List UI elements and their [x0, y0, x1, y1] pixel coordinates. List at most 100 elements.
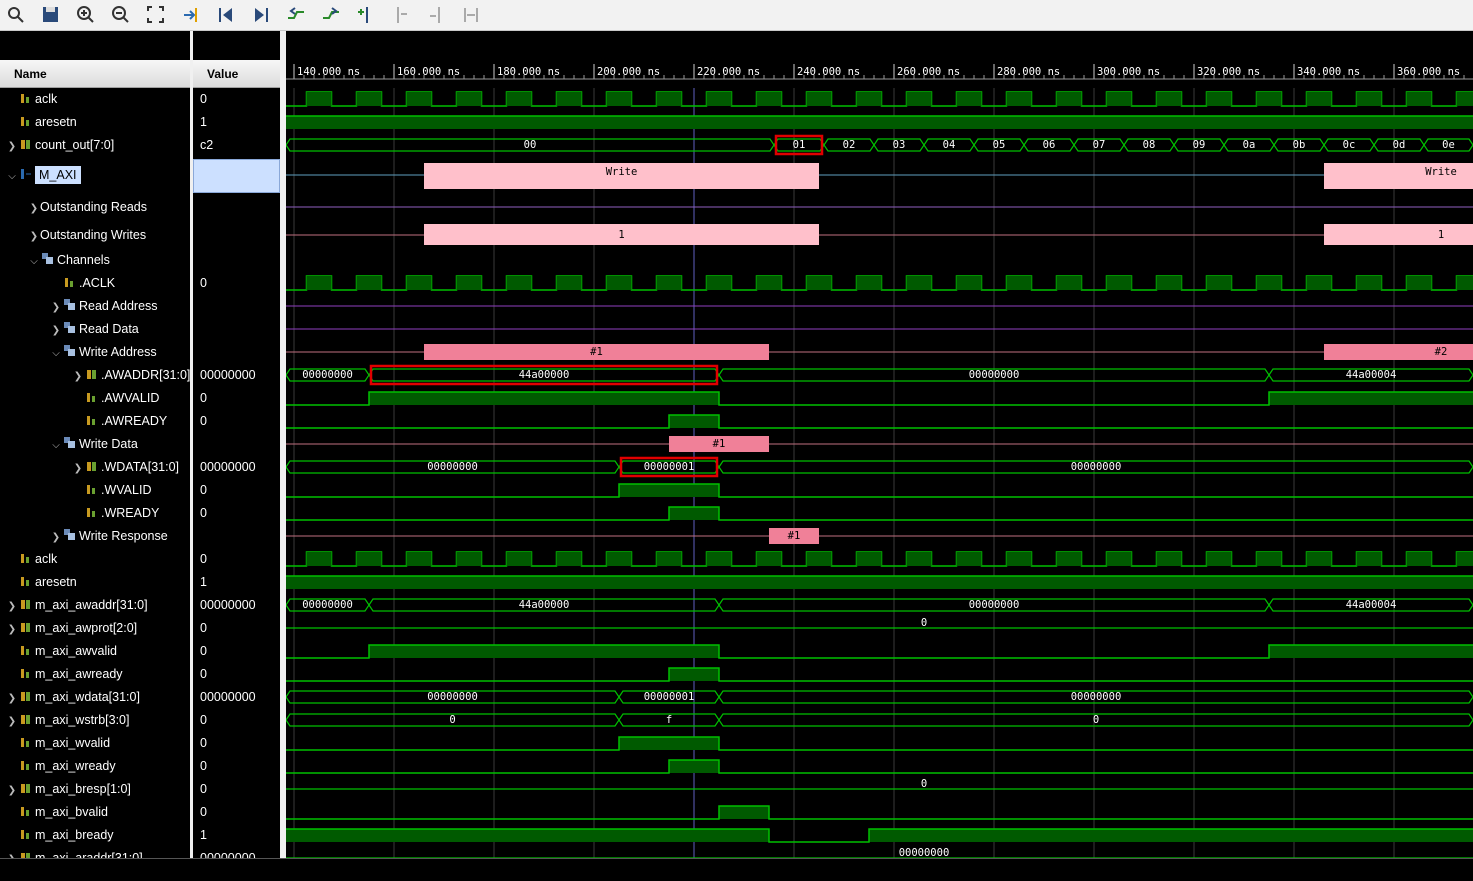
signal-row-awvalid[interactable]: .AWVALID [0, 387, 190, 409]
goto-last-button[interactable] [250, 4, 272, 26]
signal-name: aclk [35, 92, 58, 106]
signal-row-m-axi[interactable]: ⌵ M_AXI [0, 157, 190, 193]
collapse-chevron-icon[interactable]: ⌵ [50, 343, 62, 363]
signal-high-fill [669, 668, 719, 681]
collapse-chevron-icon[interactable]: ⌵ [6, 159, 18, 193]
expand-chevron-icon[interactable]: ❯ [6, 711, 18, 731]
prev-transition-button[interactable] [285, 4, 307, 26]
add-marker-button[interactable] [355, 4, 377, 26]
signal-row-aresetn[interactable]: aresetn [0, 571, 190, 593]
signal-row-m-axi-wvalid[interactable]: m_axi_wvalid [0, 732, 190, 754]
bus-value-label: 0d [1393, 139, 1406, 151]
signal-row-m-axi-bresp-1-0[interactable]: ❯ m_axi_bresp[1:0] [0, 778, 190, 800]
signal-value: 0 [200, 621, 207, 635]
next-transition-button[interactable] [320, 4, 342, 26]
value-column-header[interactable]: Value [193, 60, 280, 88]
bus-value-label: 0c [1343, 139, 1356, 151]
signal-row-aclk[interactable]: aclk [0, 88, 190, 110]
expand-chevron-icon[interactable]: ❯ [6, 780, 18, 800]
collapse-chevron-icon[interactable]: ⌵ [28, 251, 40, 271]
signal-high-fill [619, 484, 719, 497]
signal-row-m-axi-bready[interactable]: m_axi_bready [0, 824, 190, 846]
bus-value-label: 00000000 [427, 691, 478, 703]
expand-chevron-icon[interactable]: ❯ [50, 320, 62, 340]
clock-high-fill [756, 552, 782, 566]
expand-chevron-icon[interactable]: ❯ [6, 596, 18, 616]
signal-value: 0 [200, 667, 207, 681]
signal-high-fill [619, 737, 719, 750]
signal-row-wready[interactable]: .WREADY [0, 502, 190, 524]
signal-row-outstanding-reads[interactable]: ❯ Outstanding Reads [0, 196, 190, 218]
signal-row-channels[interactable]: ⌵ Channels [0, 249, 190, 271]
goto-first-button[interactable] [215, 4, 237, 26]
clock-high-fill [1056, 552, 1082, 566]
expand-chevron-icon[interactable]: ❯ [6, 688, 18, 708]
ruler-tick-label: 160.000 ns [397, 66, 460, 78]
expand-chevron-icon[interactable]: ❯ [72, 366, 84, 386]
signal-row-wdata-31-0[interactable]: ❯ .WDATA[31:0] [0, 456, 190, 478]
clock-high-fill [1456, 552, 1473, 566]
search-button[interactable] [5, 4, 27, 26]
outstanding-label: 1 [618, 229, 624, 241]
signal-value: 0 [200, 552, 207, 566]
signal-row-count-out-7-0[interactable]: ❯ count_out[7:0] [0, 134, 190, 156]
horizontal-scrollbar[interactable] [0, 858, 1473, 881]
zoom-out-button[interactable] [110, 4, 132, 26]
signal-row-write-address[interactable]: ⌵ Write Address [0, 341, 190, 363]
signal-value [193, 525, 280, 547]
signal-row-write-data[interactable]: ⌵ Write Data [0, 433, 190, 455]
signal-bus-icon [86, 365, 97, 379]
signal-row-read-address[interactable]: ❯ Read Address [0, 295, 190, 317]
signal-high-fill [286, 829, 769, 842]
signal-row-outstanding-writes[interactable]: ❯ Outstanding Writes [0, 224, 190, 246]
search-icon [8, 7, 24, 23]
zoom-fit-button[interactable] [145, 4, 167, 26]
goto-cursor-button[interactable] [180, 4, 202, 26]
name-column-header[interactable]: Name [0, 60, 190, 88]
expand-chevron-icon[interactable]: ❯ [28, 198, 40, 218]
swap-markers-button[interactable] [460, 4, 482, 26]
signal-row-m-axi-wdata-31-0[interactable]: ❯ m_axi_wdata[31:0] [0, 686, 190, 708]
expand-chevron-icon[interactable]: ❯ [50, 527, 62, 547]
expand-chevron-icon[interactable]: ❯ [50, 297, 62, 317]
signal-name: Write Response [79, 529, 168, 543]
signal-row-aclk[interactable]: .ACLK [0, 272, 190, 294]
bus-value-label: 00000000 [302, 369, 353, 381]
bus-value-label: 0 [921, 778, 927, 790]
ruler-tick-label: 320.000 ns [1197, 66, 1260, 78]
signal-row-wvalid[interactable]: .WVALID [0, 479, 190, 501]
signal-row-m-axi-awvalid[interactable]: m_axi_awvalid [0, 640, 190, 662]
expand-chevron-icon[interactable]: ❯ [72, 458, 84, 478]
signal-row-aclk[interactable]: aclk [0, 548, 190, 570]
signal-name: m_axi_wstrb[3:0] [35, 713, 130, 727]
expand-chevron-icon[interactable]: ❯ [6, 619, 18, 639]
expand-chevron-icon[interactable]: ❯ [6, 136, 18, 156]
group-icon [64, 319, 75, 333]
waveform-canvas[interactable]: 140.000 ns 160.000 ns 180.000 ns 200.000 ns… [286, 31, 1473, 858]
signal-row-read-data[interactable]: ❯ Read Data [0, 318, 190, 340]
next-marker-button[interactable] [425, 4, 447, 26]
save-button[interactable] [40, 4, 62, 26]
expand-chevron-icon[interactable]: ❯ [28, 226, 40, 246]
prev-marker-button[interactable] [390, 4, 412, 26]
clock-high-fill [906, 276, 932, 290]
bus-value-label: 03 [893, 139, 906, 151]
signal-name: Channels [57, 253, 110, 267]
signal-row-m-axi-wready[interactable]: m_axi_wready [0, 755, 190, 777]
signal-row-m-axi-awprot-2-0[interactable]: ❯ m_axi_awprot[2:0] [0, 617, 190, 639]
zoom-in-icon [77, 6, 94, 23]
clock-high-fill [1306, 92, 1332, 106]
signal-row-awaddr-31-0[interactable]: ❯ .AWADDR[31:0] [0, 364, 190, 386]
collapse-chevron-icon[interactable]: ⌵ [50, 435, 62, 455]
signal-bit-icon [20, 89, 31, 103]
signal-row-m-axi-awready[interactable]: m_axi_awready [0, 663, 190, 685]
signal-row-write-response[interactable]: ❯ Write Response [0, 525, 190, 547]
signal-name: m_axi_bvalid [35, 805, 108, 819]
clock-high-fill [1256, 92, 1282, 106]
signal-row-m-axi-awaddr-31-0[interactable]: ❯ m_axi_awaddr[31:0] [0, 594, 190, 616]
signal-row-m-axi-wstrb-3-0[interactable]: ❯ m_axi_wstrb[3:0] [0, 709, 190, 731]
signal-row-aresetn[interactable]: aresetn [0, 111, 190, 133]
zoom-in-button[interactable] [75, 4, 97, 26]
signal-row-m-axi-bvalid[interactable]: m_axi_bvalid [0, 801, 190, 823]
signal-row-awready[interactable]: .AWREADY [0, 410, 190, 432]
